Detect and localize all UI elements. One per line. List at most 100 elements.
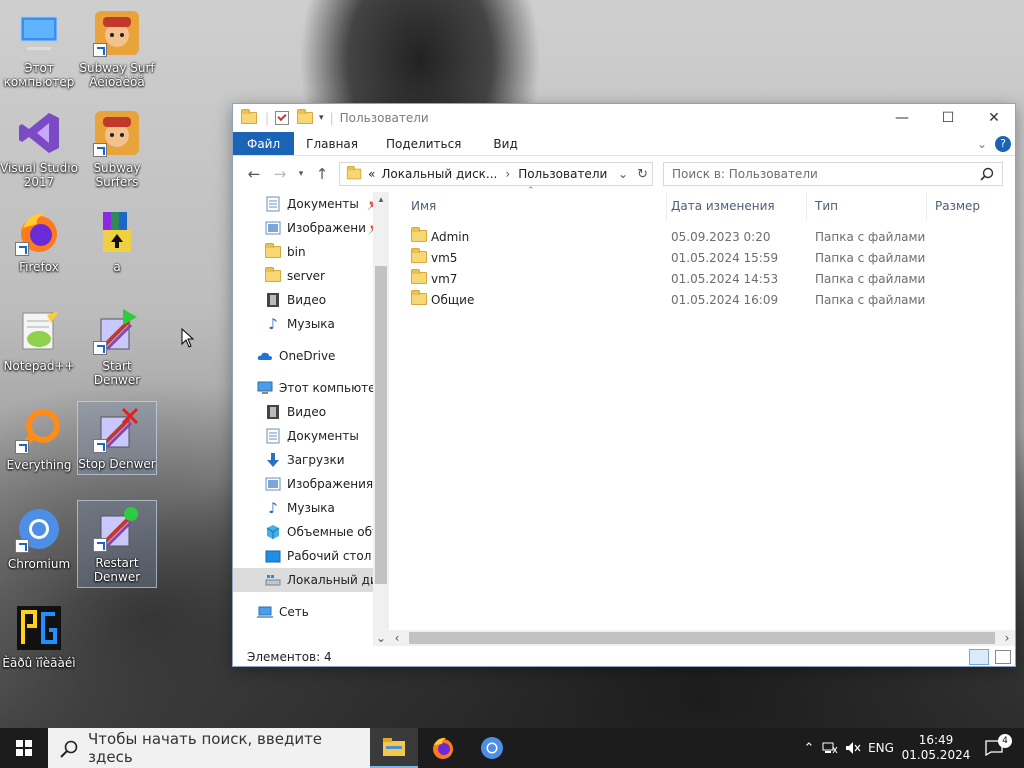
desktop-icon-a[interactable]: a	[78, 205, 156, 277]
music-icon: ♪	[268, 499, 278, 517]
file-name: Admin	[431, 229, 470, 244]
customize-quick-access-icon[interactable]: ▾	[319, 113, 324, 123]
tab-view[interactable]: Вид	[477, 132, 533, 155]
breadcrumb-chevron-icon[interactable]: ›	[505, 167, 510, 181]
table-row[interactable]: vm7 01.05.2024 14:53 Папка с файлами	[389, 268, 1015, 289]
address-dropdown-icon[interactable]: ⌄	[618, 167, 628, 181]
desktop-icon-notepad-plus-plus[interactable]: Notepad++	[0, 304, 78, 376]
breadcrumb-overflow[interactable]: «	[368, 167, 375, 181]
nav-item-this-pc[interactable]: Этот компьютер	[257, 376, 373, 400]
desktop-icon-firefox[interactable]: Firefox	[0, 205, 78, 277]
desktop-icon-subway-surf[interactable]: Subway Surf Âëîõàèöå	[78, 6, 156, 92]
breadcrumb-current[interactable]: Пользователи	[518, 167, 607, 181]
column-header-type[interactable]: Тип	[807, 192, 927, 220]
show-hidden-icons-chevron-icon[interactable]: ⌃	[800, 741, 818, 756]
clock-date: 01.05.2024	[901, 748, 971, 762]
taskbar-search-box[interactable]: Чтобы начать поиск, введите здесь	[48, 728, 370, 768]
table-row[interactable]: Admin 05.09.2023 0:20 Папка с файлами	[389, 226, 1015, 247]
column-header-name[interactable]: Имя	[403, 192, 667, 220]
nav-item-music-quick[interactable]: ♪ Музыка	[265, 312, 335, 336]
network-status-icon[interactable]	[818, 741, 842, 755]
desktop-icon-restart-denwer[interactable]: Restart Denwer	[77, 500, 157, 588]
table-row[interactable]: vm5 01.05.2024 15:59 Папка с файлами	[389, 247, 1015, 268]
column-header-date[interactable]: Дата изменения	[663, 192, 807, 220]
nav-item-videos-quick[interactable]: Видео	[265, 288, 326, 312]
nav-item-onedrive[interactable]: OneDrive	[257, 344, 335, 368]
nav-item-documents[interactable]: Документы	[265, 424, 359, 448]
scrollbar-thumb[interactable]	[409, 632, 995, 644]
column-header-size[interactable]: Размер	[927, 192, 1015, 220]
nav-item-pictures-pinned[interactable]: Изображени 📌	[265, 216, 373, 240]
tab-share[interactable]: Поделиться	[370, 132, 477, 155]
desktop-icon-stop-denwer[interactable]: Stop Denwer	[77, 401, 157, 475]
large-icons-view-icon[interactable]	[995, 650, 1011, 664]
table-row[interactable]: Общие 01.05.2024 16:09 Папка с файлами	[389, 289, 1015, 310]
tab-home[interactable]: Главная	[294, 132, 370, 155]
title-bar[interactable]: | ▾ | Пользователи — ☐ ✕	[233, 104, 1015, 132]
taskbar-file-explorer[interactable]	[370, 728, 418, 768]
action-center-button[interactable]: 4	[974, 734, 1014, 756]
forward-button[interactable]: →	[267, 165, 293, 183]
desktop-icon-everything[interactable]: Everything	[0, 403, 78, 475]
file-list-horizontal-scrollbar[interactable]: ‹ ›	[389, 630, 1015, 646]
scroll-left-icon[interactable]: ‹	[389, 630, 405, 646]
back-button[interactable]: ←	[241, 165, 267, 183]
nav-item-label: Музыка	[287, 317, 335, 331]
nav-item-documents-pinned[interactable]: Документы 📌	[265, 192, 373, 216]
search-icon[interactable]	[980, 167, 994, 181]
minimize-button[interactable]: —	[879, 104, 925, 132]
file-name: Общие	[431, 292, 475, 307]
details-view-icon[interactable]	[969, 649, 989, 665]
nav-item-server[interactable]: server	[265, 264, 325, 288]
new-folder-icon[interactable]	[297, 109, 314, 124]
close-button[interactable]: ✕	[971, 104, 1017, 132]
desktop-icon-this-pc[interactable]: Этот компьютер	[0, 6, 78, 92]
properties-icon[interactable]	[275, 111, 290, 125]
scrollbar-thumb[interactable]	[375, 266, 387, 584]
navigation-bar: ← → ▾ ↑ « Локальный диск... › Пользовате…	[233, 156, 1015, 192]
search-input[interactable]: Поиск в: Пользователи	[663, 162, 1003, 186]
start-button[interactable]	[0, 728, 48, 768]
refresh-icon[interactable]: ↻	[637, 167, 648, 182]
scroll-down-icon[interactable]: ⌄	[373, 630, 389, 646]
nav-item-label: Объемные объ	[287, 525, 373, 539]
nav-item-3d-objects[interactable]: Объемные объ	[265, 520, 373, 544]
firefox-icon	[15, 208, 63, 256]
nav-item-videos[interactable]: Видео	[265, 400, 326, 424]
scroll-up-icon[interactable]: ▴	[373, 192, 389, 208]
nav-item-label: Загрузки	[287, 453, 345, 467]
taskbar-firefox[interactable]	[419, 728, 467, 768]
nav-item-label: Этот компьютер	[279, 381, 373, 395]
desktop-icon-subway-surfers[interactable]: Subway Surfers	[78, 106, 156, 192]
nav-item-pictures[interactable]: Изображения	[265, 472, 373, 496]
clock[interactable]: 16:49 01.05.2024	[898, 733, 974, 763]
desktop-icon-chromium[interactable]: Chromium	[0, 502, 78, 574]
maximize-button[interactable]: ☐	[925, 104, 971, 132]
desktop-icon-label: Firefox	[19, 260, 59, 274]
scroll-right-icon[interactable]: ›	[999, 630, 1015, 646]
desktop-icon-games[interactable]: Èãðû ïîèãàéì	[0, 601, 78, 673]
nav-item-desktop[interactable]: Рабочий стол	[265, 544, 371, 568]
file-name: vm5	[431, 250, 458, 265]
taskbar-chromium[interactable]	[468, 728, 516, 768]
expand-ribbon-icon[interactable]: ⌄	[977, 137, 987, 151]
input-language-indicator[interactable]: ENG	[864, 741, 898, 755]
desktop-icon-label: a	[113, 260, 121, 274]
up-button[interactable]: ↑	[309, 165, 335, 183]
nav-item-downloads[interactable]: Загрузки	[265, 448, 345, 472]
desktop-icon-visual-studio[interactable]: Visual Studio 2017	[0, 106, 78, 192]
shortcut-arrow-icon	[93, 341, 107, 355]
help-icon[interactable]: ?	[995, 135, 1011, 152]
recent-locations-icon[interactable]: ▾	[293, 169, 309, 179]
nav-item-music[interactable]: ♪ Музыка	[265, 496, 335, 520]
nav-item-bin[interactable]: bin	[265, 240, 306, 264]
nav-item-network[interactable]: Сеть	[257, 600, 309, 624]
nav-pane-scrollbar[interactable]: ▴ ⌄	[373, 192, 389, 646]
address-bar[interactable]: « Локальный диск... › Пользователи ⌄ ↻	[339, 162, 653, 186]
desktop-icon-start-denwer[interactable]: Start Denwer	[78, 304, 156, 390]
volume-muted-icon[interactable]	[842, 741, 864, 755]
tab-file[interactable]: Файл	[233, 132, 295, 155]
breadcrumb-local-disk[interactable]: Локальный диск...	[381, 167, 497, 181]
nav-item-local-disk[interactable]: Локальный дис	[233, 568, 373, 592]
file-explorer-window[interactable]: | ▾ | Пользователи — ☐ ✕ Файл Главная По…	[232, 103, 1016, 667]
